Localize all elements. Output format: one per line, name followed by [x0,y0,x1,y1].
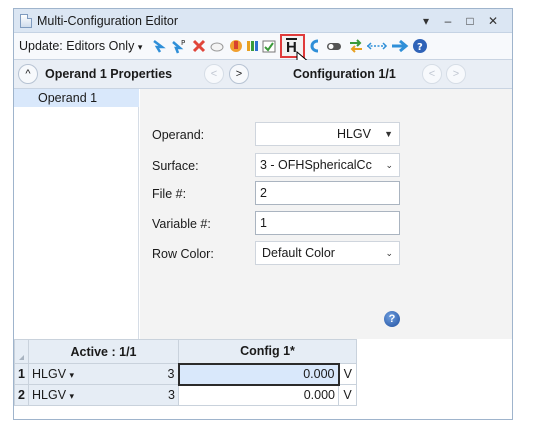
file-number-input[interactable]: 2 [255,181,400,205]
next-operand-button[interactable]: > [229,64,249,84]
title-bar: Multi-Configuration Editor ▾ – □ ✕ [14,9,512,33]
insert-operand-icon[interactable]: P [171,38,187,54]
show-hide-icon[interactable] [261,38,277,54]
operand-type: HLGV [32,367,67,381]
update-dropdown-label: Update: Editors Only [19,39,135,53]
properties-panel: Operand: HLGV ▼ Surface: 3 - OFHSpherica… [140,89,512,339]
chevron-down-icon: ▾ [69,391,75,401]
configuration-title: Configuration 1/1 [293,67,396,81]
operand-value: HLGV [336,127,371,141]
make-thermal-icon[interactable] [228,38,244,54]
surface-value: 3 - OFHSphericalCc [260,158,372,172]
row-color-value: Default Color [262,246,335,260]
table-row: 1 HLGV ▾ 3 0.000 V [14,362,357,386]
active-column-header[interactable]: Active : 1/1 [28,339,179,364]
properties-header: ^ Operand 1 Properties < > Configuration… [14,60,512,89]
window-title: Multi-Configuration Editor [37,14,179,28]
help-icon[interactable]: ? [412,38,428,54]
operand-properties-title: Operand 1 Properties [45,67,173,81]
chevron-right-icon: > [235,68,243,80]
minimize-button[interactable]: – [439,11,457,31]
next-config-button[interactable]: > [446,64,466,84]
operand-list: Operand 1 [14,89,139,339]
operand-param: 3 [168,388,175,402]
toggle-icon[interactable] [326,38,342,54]
expand-icon[interactable] [366,38,388,54]
chevron-down-icon: ▼ [384,129,393,139]
chevron-down-icon: ⌄ [385,160,393,170]
operand-grid: Active : 1/1 Config 1* 1 HLGV ▾ 3 0.000 … [14,339,512,419]
config-value-cell[interactable]: 0.000 [177,362,340,386]
table-row: 2 HLGV ▾ 3 0.000 V [14,384,357,406]
swap-icon[interactable] [348,38,364,54]
multi-configuration-editor-window: Multi-Configuration Editor ▾ – □ ✕ Updat… [13,8,513,420]
previous-config-button[interactable]: < [422,64,442,84]
config-value-cell[interactable]: 0.000 [178,384,339,406]
chevron-up-icon: ^ [25,68,31,80]
variable-number-label: Variable #: [152,217,211,231]
surface-select[interactable]: 3 - OFHSphericalCc ⌄ [255,153,400,177]
solve-type-cell[interactable]: V [338,384,357,406]
svg-text:?: ? [417,42,423,53]
insert-config-icon[interactable] [151,38,167,54]
solve-type-cell[interactable]: V [338,363,357,385]
surface-label: Surface: [152,159,199,173]
update-dropdown[interactable]: Update: Editors Only ▾ [19,39,142,53]
svg-text:P: P [181,39,185,47]
collapse-properties-button[interactable]: ^ [18,64,38,84]
chevron-right-icon: > [452,68,460,80]
operand-cell[interactable]: HLGV ▾ 3 [28,363,179,385]
tile-icon[interactable] [244,38,260,54]
operand-label: Operand: [152,128,205,142]
clear-icon[interactable] [209,38,225,54]
operand-param: 3 [167,367,175,381]
window-menu-button[interactable]: ▾ [417,11,435,31]
chevron-left-icon: < [210,68,218,80]
operand-select[interactable]: HLGV ▼ [255,122,400,146]
row-color-label: Row Color: [152,247,214,261]
go-icon[interactable] [391,38,409,54]
previous-operand-button[interactable]: < [204,64,224,84]
chevron-left-icon: < [428,68,436,80]
row-number[interactable]: 1 [14,363,29,385]
grid-corner[interactable] [14,339,29,364]
row-number[interactable]: 2 [14,384,29,406]
config-column-header[interactable]: Config 1* [178,339,357,364]
row-color-select[interactable]: Default Color ⌄ [255,241,400,265]
chevron-down-icon: ▾ [69,370,75,380]
document-icon [20,14,32,28]
toolbar: Update: Editors Only ▾ P H ? [14,33,512,72]
help-icon[interactable]: ? [384,311,400,327]
list-item[interactable]: Operand 1 [14,89,139,107]
chevron-down-icon: ⌄ [385,248,393,258]
grid-header-row: Active : 1/1 Config 1* [14,339,357,364]
delete-operand-icon[interactable] [191,38,207,54]
operand-cell[interactable]: HLGV ▾ 3 [28,384,179,406]
close-button[interactable]: ✕ [484,11,502,31]
file-number-label: File #: [152,187,187,201]
chevron-down-icon: ▾ [137,42,143,52]
variable-number-input[interactable]: 1 [255,211,400,235]
operand-type: HLGV [32,388,67,402]
maximize-button[interactable]: □ [461,11,479,31]
